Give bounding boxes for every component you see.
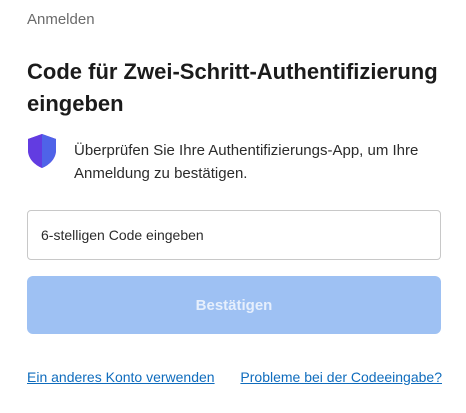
page-title: Code für Zwei-Schritt-Authentifizierung … bbox=[27, 59, 438, 116]
shield-icon bbox=[27, 133, 57, 169]
confirm-button[interactable]: Bestätigen bbox=[27, 276, 441, 334]
info-row: Überprüfen Sie Ihre Authentifizierungs-A… bbox=[27, 131, 447, 185]
breadcrumb: Anmelden bbox=[27, 11, 95, 28]
code-input[interactable] bbox=[27, 210, 441, 260]
code-problems-link[interactable]: Probleme bei der Codeeingabe? bbox=[240, 369, 442, 385]
other-account-link[interactable]: Ein anderes Konto verwenden bbox=[27, 369, 215, 385]
info-text: Überprüfen Sie Ihre Authentifizierungs-A… bbox=[74, 142, 419, 182]
